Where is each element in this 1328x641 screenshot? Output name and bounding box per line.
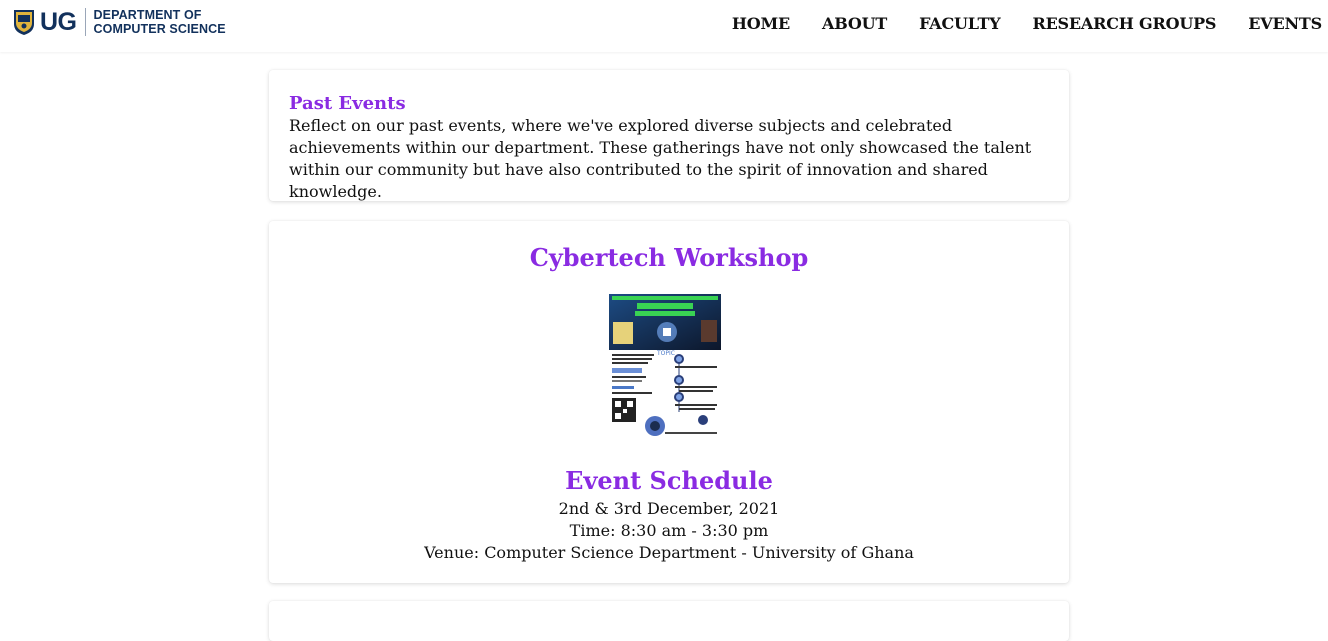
logo-dept-line-2: COMPUTER SCIENCE (93, 22, 226, 36)
ug-logo[interactable]: UG DEPARTMENT OF COMPUTER SCIENCE (12, 6, 226, 38)
event-card: Cybertech Workshop TOPIC Event Schedule … (269, 221, 1069, 583)
site-header: UG DEPARTMENT OF COMPUTER SCIENCE HOME A… (0, 0, 1328, 52)
nav-about[interactable]: ABOUT (822, 14, 887, 33)
event-title: Cybertech Workshop (529, 243, 809, 272)
event-schedule-title: Event Schedule (565, 466, 773, 495)
event-time: Time: 8:30 am - 3:30 pm (569, 521, 769, 540)
next-event-card (269, 601, 1069, 641)
poster-topic-label: TOPIC (656, 350, 675, 357)
past-events-intro-card: Past Events Reflect on our past events, … (269, 70, 1069, 201)
nav-research-groups[interactable]: RESEARCH GROUPS (1032, 14, 1216, 33)
logo-abbreviation: UG (40, 7, 77, 36)
event-poster-image: TOPIC (609, 294, 721, 438)
ug-crest-icon (14, 10, 34, 35)
nav-faculty[interactable]: FACULTY (919, 14, 1001, 33)
main-nav: HOME ABOUT FACULTY RESEARCH GROUPS EVENT… (700, 14, 1322, 33)
nav-events[interactable]: EVENTS (1248, 14, 1322, 33)
logo-department-name: DEPARTMENT OF COMPUTER SCIENCE (94, 8, 226, 36)
logo-dept-line-1: DEPARTMENT OF (93, 8, 202, 22)
nav-home[interactable]: HOME (732, 14, 790, 33)
past-events-description: Reflect on our past events, where we've … (289, 116, 1032, 201)
event-date: 2nd & 3rd December, 2021 (558, 499, 780, 518)
logo-divider (84, 8, 86, 36)
past-events-title: Past Events (289, 93, 406, 114)
event-poster[interactable]: TOPIC (609, 294, 721, 438)
event-venue: Venue: Computer Science Department - Uni… (424, 543, 914, 562)
